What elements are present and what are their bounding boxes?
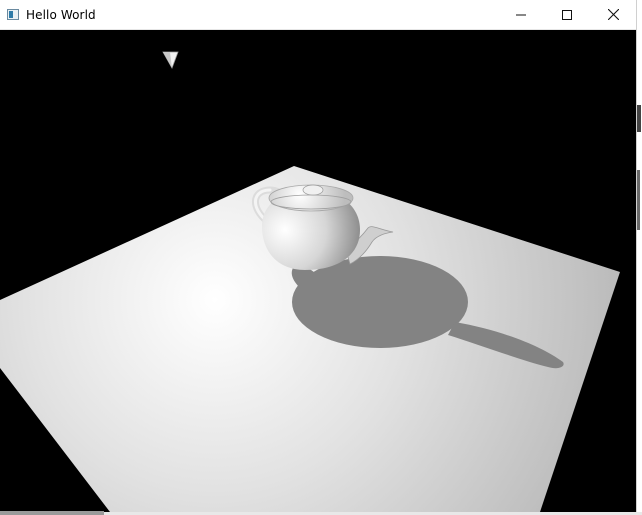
window-controls (498, 0, 636, 29)
close-button[interactable] (590, 0, 636, 29)
minimize-icon (516, 10, 526, 20)
background-window-edge (637, 30, 642, 512)
render-canvas[interactable] (0, 30, 636, 512)
title-bar[interactable]: Hello World (0, 0, 636, 30)
maximize-button[interactable] (544, 0, 590, 29)
light-source-icon (162, 51, 179, 69)
maximize-icon (562, 9, 572, 20)
window-title: Hello World (26, 7, 96, 22)
background-window-mark (637, 170, 640, 230)
minimize-button[interactable] (498, 0, 544, 29)
scene-render (0, 51, 620, 512)
app-window: Hello World (0, 0, 637, 512)
app-window-icon (7, 9, 19, 20)
background-window-mark (637, 105, 641, 132)
horizontal-scrollbar[interactable] (0, 511, 104, 515)
close-icon (607, 9, 619, 20)
